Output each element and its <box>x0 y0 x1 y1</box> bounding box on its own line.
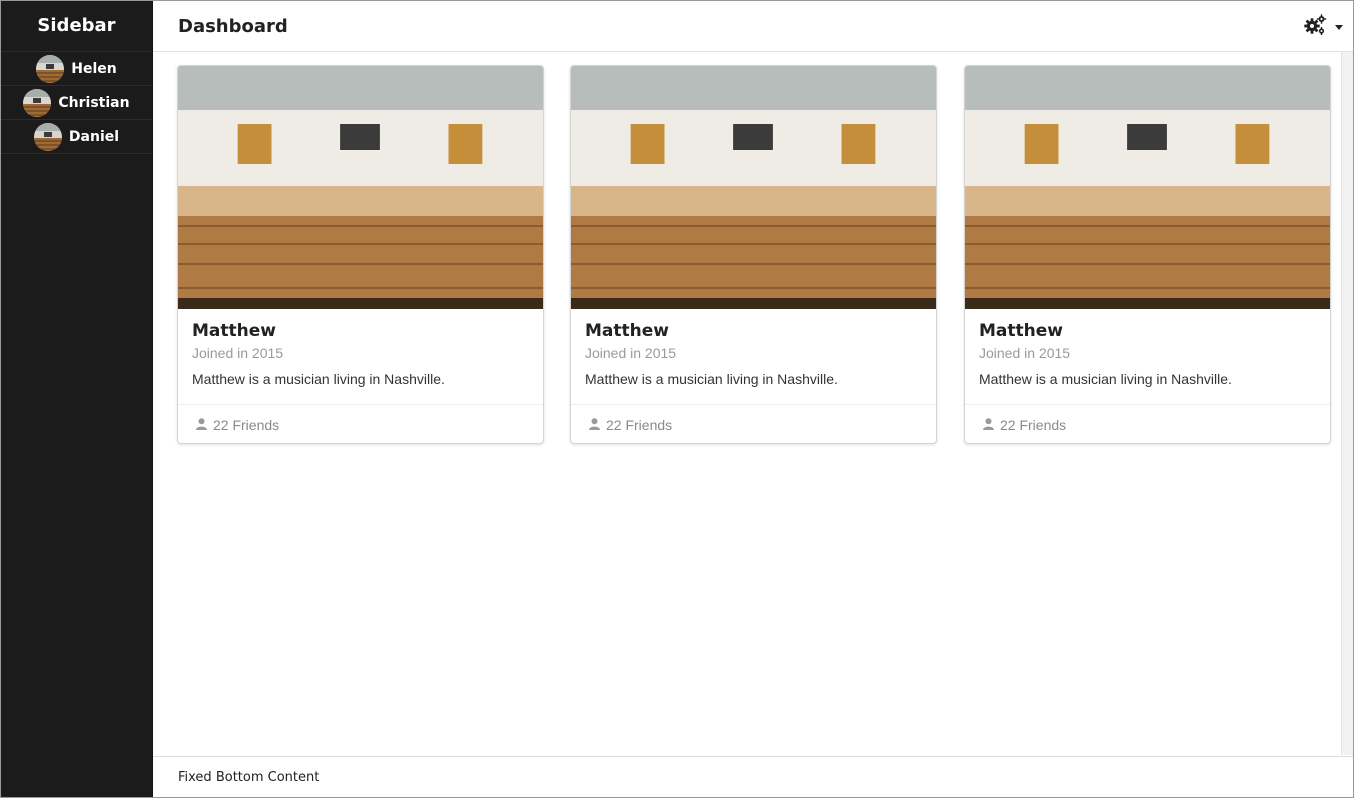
card-footer[interactable]: 22 Friends <box>965 404 1330 443</box>
caret-down-icon <box>1335 25 1343 30</box>
friends-count: 22 Friends <box>1000 416 1067 433</box>
sidebar-item-helen[interactable]: Helen <box>1 52 152 86</box>
card-footer[interactable]: 22 Friends <box>571 404 936 443</box>
sidebar-title: Sidebar <box>1 1 152 52</box>
user-icon <box>196 417 207 433</box>
sidebar-item-label: Helen <box>71 60 117 77</box>
card-meta: Joined in 2015 <box>979 345 1071 361</box>
card-name[interactable]: Matthew <box>585 321 922 341</box>
card-body: Matthew Joined in 2015 Matthew is a musi… <box>178 309 543 404</box>
card-footer[interactable]: 22 Friends <box>178 404 543 443</box>
app-window: Sidebar Helen Christian Daniel Dashboard… <box>0 0 1354 798</box>
card-description: Matthew is a musician living in Nashvill… <box>192 371 445 387</box>
card-image <box>571 66 936 309</box>
friends-count: 22 Friends <box>213 416 280 433</box>
card-name[interactable]: Matthew <box>979 321 1316 341</box>
avatar <box>23 88 52 117</box>
card-body: Matthew Joined in 2015 Matthew is a musi… <box>571 309 936 404</box>
main-content: Matthew Joined in 2015 Matthew is a musi… <box>153 52 1343 755</box>
gears-icon <box>1303 14 1327 41</box>
avatar <box>33 122 62 151</box>
bottom-content-text: Fixed Bottom Content <box>178 770 320 785</box>
card-meta: Joined in 2015 <box>585 345 677 361</box>
profile-card[interactable]: Matthew Joined in 2015 Matthew is a musi… <box>570 65 937 444</box>
sidebar-item-daniel[interactable]: Daniel <box>1 120 152 154</box>
sidebar-item-label: Christian <box>58 94 130 111</box>
header-bar: Dashboard <box>153 1 1353 52</box>
friends-count: 22 Friends <box>606 416 673 433</box>
card-image <box>178 66 543 309</box>
card-name[interactable]: Matthew <box>192 321 529 341</box>
card-description: Matthew is a musician living in Nashvill… <box>979 371 1232 387</box>
profile-card[interactable]: Matthew Joined in 2015 Matthew is a musi… <box>177 65 544 444</box>
fixed-bottom-bar: Fixed Bottom Content <box>153 756 1353 797</box>
card-body: Matthew Joined in 2015 Matthew is a musi… <box>965 309 1330 404</box>
card-meta: Joined in 2015 <box>192 345 284 361</box>
card-image <box>965 66 1330 309</box>
user-icon <box>589 417 600 433</box>
user-icon <box>983 417 994 433</box>
avatar <box>36 54 65 83</box>
vertical-scrollbar[interactable] <box>1341 52 1353 755</box>
card-description: Matthew is a musician living in Nashvill… <box>585 371 838 387</box>
profile-card[interactable]: Matthew Joined in 2015 Matthew is a musi… <box>964 65 1331 444</box>
page-title: Dashboard <box>178 16 288 37</box>
settings-dropdown[interactable] <box>1303 14 1343 41</box>
sidebar: Sidebar Helen Christian Daniel <box>1 1 153 797</box>
sidebar-item-label: Daniel <box>68 128 120 145</box>
sidebar-item-christian[interactable]: Christian <box>1 86 152 120</box>
